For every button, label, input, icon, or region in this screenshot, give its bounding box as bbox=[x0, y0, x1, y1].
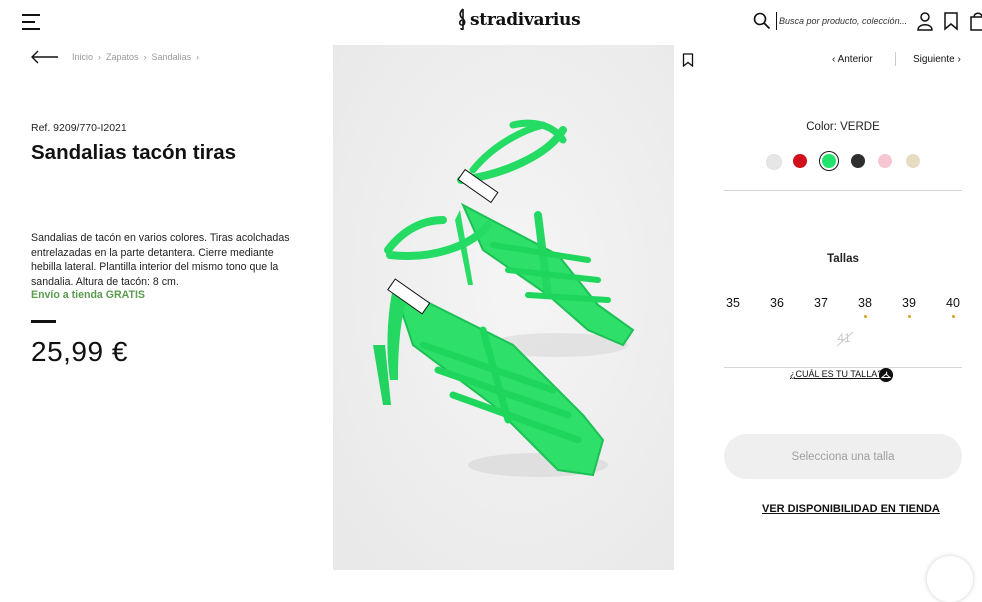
product-image[interactable] bbox=[333, 45, 674, 570]
section-divider bbox=[724, 367, 962, 368]
low-stock-indicator bbox=[863, 315, 867, 318]
treble-clef-icon bbox=[458, 8, 466, 30]
low-stock-indicator bbox=[907, 315, 911, 318]
green-sandals-illustration bbox=[333, 45, 674, 570]
search-icon[interactable] bbox=[753, 12, 771, 30]
breadcrumb-item-inicio[interactable]: Inicio bbox=[72, 52, 93, 62]
chat-button[interactable] bbox=[927, 556, 973, 602]
breadcrumb: Inicio › Zapatos › Sandalias › bbox=[72, 52, 204, 62]
breadcrumb-item-zapatos[interactable]: Zapatos bbox=[106, 52, 139, 62]
size-guide-link[interactable]: ¿CUÁL ES TU TALLA? bbox=[790, 369, 882, 379]
previous-label: Anterior bbox=[837, 54, 873, 65]
logo-text: stradivarius bbox=[470, 10, 581, 30]
select-size-button[interactable]: Selecciona una talla bbox=[724, 434, 962, 479]
back-arrow-icon[interactable] bbox=[31, 50, 59, 64]
color-label: Color: VERDE bbox=[806, 121, 880, 133]
unavailable-slash-icon bbox=[836, 331, 854, 347]
next-label: Siguiente bbox=[913, 54, 955, 65]
color-swatch-red[interactable] bbox=[793, 154, 807, 168]
breadcrumb-separator-icon: › bbox=[196, 52, 200, 62]
color-swatch-beige[interactable] bbox=[906, 154, 920, 168]
save-bookmark-icon[interactable] bbox=[682, 53, 694, 67]
product-price: 25,99 € bbox=[31, 336, 128, 367]
size-option-40[interactable]: 40 bbox=[938, 296, 968, 318]
size-option-38[interactable]: 38 bbox=[850, 296, 880, 318]
color-swatch-black[interactable] bbox=[851, 154, 865, 168]
low-stock-indicator bbox=[951, 315, 955, 318]
menu-icon[interactable] bbox=[22, 13, 40, 31]
shopping-bag-icon[interactable] bbox=[969, 11, 982, 31]
chevron-right-icon: › bbox=[954, 54, 961, 65]
color-swatch-green[interactable] bbox=[822, 154, 836, 168]
breadcrumb-separator-icon: › bbox=[143, 52, 147, 62]
color-swatch-white[interactable] bbox=[766, 154, 782, 170]
size-option-39[interactable]: 39 bbox=[894, 296, 924, 318]
product-ref: Ref. 9209/770-I2021 bbox=[31, 122, 127, 134]
color-swatch-pink[interactable] bbox=[878, 154, 892, 168]
user-icon[interactable] bbox=[916, 11, 934, 31]
product-title: Sandalias tacón tiras bbox=[31, 141, 237, 164]
hanger-icon[interactable] bbox=[879, 368, 893, 382]
sizes-label: Tallas bbox=[827, 253, 859, 265]
price-divider bbox=[31, 320, 56, 323]
breadcrumb-item-sandalias[interactable]: Sandalias bbox=[152, 52, 192, 62]
nav-divider bbox=[895, 52, 896, 66]
stradivarius-logo[interactable]: stradivarius bbox=[456, 8, 581, 30]
wishlist-bookmark-icon[interactable] bbox=[942, 11, 960, 31]
search-input[interactable] bbox=[776, 12, 907, 30]
size-option-37[interactable]: 37 bbox=[806, 296, 836, 310]
size-option-35[interactable]: 35 bbox=[718, 296, 748, 310]
next-product-link[interactable]: Siguiente › bbox=[913, 54, 961, 65]
free-shipping-text: Envío a tienda GRATIS bbox=[31, 289, 145, 301]
breadcrumb-separator-icon: › bbox=[98, 52, 102, 62]
previous-product-link[interactable]: ‹ Anterior bbox=[832, 54, 873, 65]
product-description: Sandalias de tacón en varios colores. Ti… bbox=[31, 232, 290, 288]
size-option-36[interactable]: 36 bbox=[762, 296, 792, 310]
section-divider bbox=[724, 190, 962, 191]
store-availability-link[interactable]: VER DISPONIBILIDAD EN TIENDA bbox=[762, 503, 940, 515]
